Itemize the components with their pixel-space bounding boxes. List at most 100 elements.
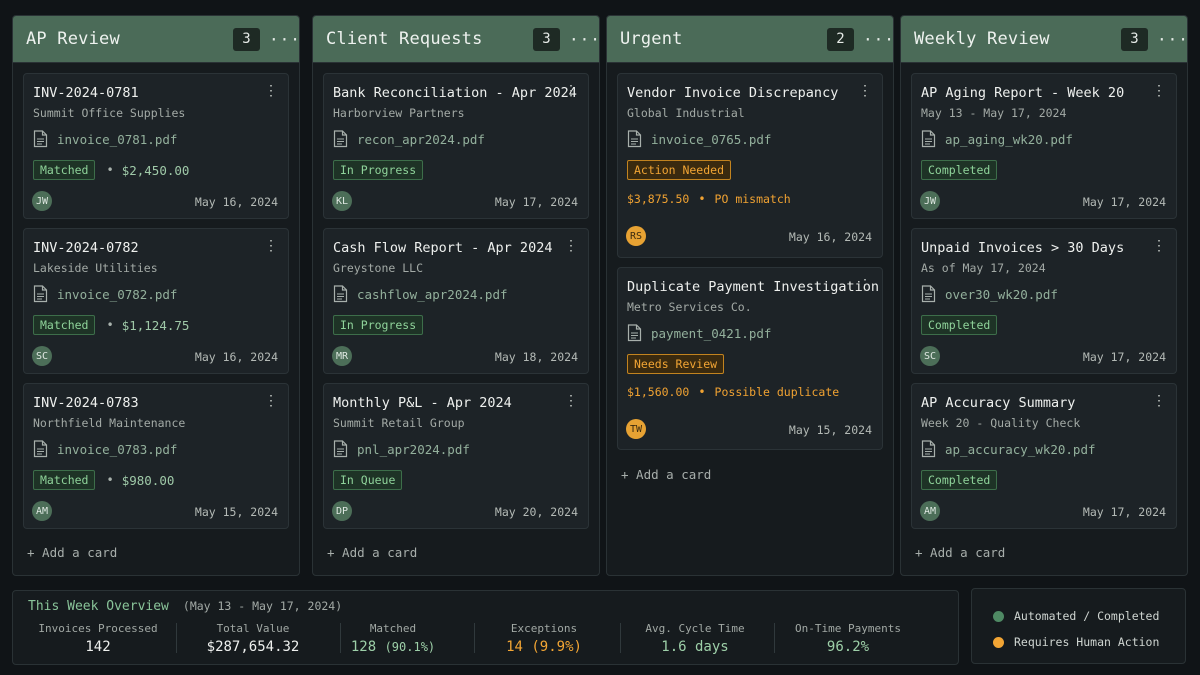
attachment[interactable]: ap_accuracy_wk20.pdf [921, 440, 1096, 458]
card-date: May 16, 2024 [194, 195, 278, 209]
attachment[interactable]: recon_apr2024.pdf [333, 130, 485, 148]
card-menu-icon[interactable]: ⋮ [1152, 393, 1166, 409]
card-menu-icon[interactable]: ⋮ [1152, 83, 1166, 99]
add-card-button[interactable]: + Add a card [915, 545, 1005, 560]
card-title: INV-2024-0781 [33, 85, 139, 101]
attachment[interactable]: cashflow_apr2024.pdf [333, 285, 508, 303]
card-unpaid-invoices[interactable]: Unpaid Invoices > 30 Days As of May 17, … [911, 228, 1177, 374]
stat-value: 128 (90.1%) [343, 639, 443, 655]
card-amount: $2,450.00 [121, 162, 190, 178]
card-status-row: Matched • $1,124.75 [33, 315, 189, 335]
card-ap-accuracy-summary[interactable]: AP Accuracy Summary Week 20 - Quality Ch… [911, 383, 1177, 529]
card-menu-icon[interactable]: ⋮ [564, 238, 578, 254]
add-card-button[interactable]: + Add a card [327, 545, 417, 560]
attachment[interactable]: invoice_0781.pdf [33, 130, 177, 148]
card-vendor-invoice-discrepancy[interactable]: Vendor Invoice Discrepancy Global Indust… [617, 73, 883, 258]
stat-divider [774, 623, 775, 653]
card-menu-icon[interactable]: ⋮ [858, 83, 872, 99]
card-status-row: In Progress [333, 315, 424, 335]
stat-label: Invoices Processed [38, 622, 158, 635]
more-options-icon[interactable]: ··· [863, 30, 893, 49]
stat-label: Matched [369, 622, 417, 635]
stat-value: 142 [85, 639, 111, 655]
card-menu-icon[interactable]: ⋮ [264, 83, 278, 99]
card-monthly-pnl[interactable]: Monthly P&L - Apr 2024 Summit Retail Gro… [323, 383, 589, 529]
attachment-filename: invoice_0782.pdf [57, 286, 178, 302]
card-menu-icon[interactable]: ⋮ [1152, 238, 1166, 254]
card-subtitle: May 13 - May 17, 2024 [921, 106, 1067, 120]
card-title: Duplicate Payment Investigation [627, 279, 879, 295]
stat-label: Total Value [216, 622, 290, 635]
card-subtitle: Summit Office Supplies [33, 106, 186, 120]
card-date: May 18, 2024 [494, 350, 578, 364]
attachment[interactable]: pnl_apr2024.pdf [333, 440, 470, 458]
card-title: AP Accuracy Summary [921, 395, 1076, 411]
avatar: MR [332, 346, 352, 366]
add-card-button[interactable]: + Add a card [621, 467, 711, 482]
card-date: May 20, 2024 [494, 505, 578, 519]
card-menu-icon[interactable]: ⋮ [564, 83, 578, 99]
more-options-icon[interactable]: ··· [1157, 30, 1187, 49]
attachment[interactable]: invoice_0783.pdf [33, 440, 177, 458]
legend-item-human-action: Requires Human Action [993, 635, 1159, 649]
document-icon [33, 285, 48, 303]
card-status-row: Action Needed [627, 160, 732, 180]
attachment[interactable]: over30_wk20.pdf [921, 285, 1058, 303]
stat-exceptions: Exceptions 14 (9.9%) [484, 622, 604, 655]
card-bank-reconciliation[interactable]: Bank Reconciliation - Apr 2024 Harborvie… [323, 73, 589, 219]
card-menu-icon[interactable]: ⋮ [264, 393, 278, 409]
card-ap-aging-report[interactable]: AP Aging Report - Week 20 May 13 - May 1… [911, 73, 1177, 219]
status-badge: In Progress [333, 160, 424, 180]
add-card-button[interactable]: + Add a card [27, 545, 117, 560]
attachment-filename: payment_0421.pdf [651, 325, 772, 341]
weekly-overview-panel: This Week Overview (May 13 - May 17, 202… [12, 590, 959, 665]
card-cash-flow-report[interactable]: Cash Flow Report - Apr 2024 Greystone LL… [323, 228, 589, 374]
column-header: Weekly Review 3 ··· [901, 16, 1187, 63]
card-exception-row: $3,875.50 • PO mismatch [627, 192, 791, 206]
stat-label: Exceptions [510, 622, 578, 635]
stat-label: On-Time Payments [795, 622, 901, 635]
card-title: Vendor Invoice Discrepancy [627, 85, 839, 101]
attachment[interactable]: invoice_0765.pdf [627, 130, 771, 148]
attachment[interactable]: ap_aging_wk20.pdf [921, 130, 1073, 148]
attachment-filename: invoice_0781.pdf [57, 131, 178, 147]
card-menu-icon[interactable]: ⋮ [564, 393, 578, 409]
column-urgent: Urgent 2 ··· Vendor Invoice Discrepancy … [606, 15, 894, 576]
stat-value-percent: (90.1%) [384, 640, 436, 654]
column-count-badge: 2 [827, 27, 854, 51]
attachment[interactable]: payment_0421.pdf [627, 324, 771, 342]
card-subtitle: As of May 17, 2024 [921, 261, 1046, 275]
avatar: TW [626, 419, 646, 439]
card-date: May 17, 2024 [1082, 350, 1166, 364]
card-inv-0781[interactable]: INV-2024-0781 Summit Office Supplies ⋮ i… [23, 73, 289, 219]
status-badge: Action Needed [627, 160, 732, 180]
status-badge: Completed [921, 160, 998, 180]
document-icon [627, 324, 642, 342]
more-options-icon[interactable]: ··· [569, 30, 599, 49]
document-icon [333, 285, 348, 303]
separator: • [106, 163, 114, 177]
column-header: AP Review 3 ··· [13, 16, 299, 63]
card-subtitle: Week 20 - Quality Check [921, 416, 1081, 430]
attachment-filename: pnl_apr2024.pdf [357, 441, 470, 457]
card-status-row: Completed [921, 315, 998, 335]
card-subtitle: Northfield Maintenance [33, 416, 186, 430]
more-options-icon[interactable]: ··· [269, 30, 299, 49]
document-icon [627, 130, 642, 148]
document-icon [333, 440, 348, 458]
avatar: SC [32, 346, 52, 366]
card-inv-0782[interactable]: INV-2024-0782 Lakeside Utilities ⋮ invoi… [23, 228, 289, 374]
card-date: May 17, 2024 [1082, 505, 1166, 519]
card-title: Unpaid Invoices > 30 Days [921, 240, 1125, 256]
card-inv-0783[interactable]: INV-2024-0783 Northfield Maintenance ⋮ i… [23, 383, 289, 529]
card-subtitle: Harborview Partners [333, 106, 465, 120]
column-title: Urgent [620, 29, 683, 49]
column-header: Urgent 2 ··· [607, 16, 893, 63]
card-title: INV-2024-0782 [33, 240, 139, 256]
card-menu-icon[interactable]: ⋮ [858, 277, 872, 293]
card-menu-icon[interactable]: ⋮ [264, 238, 278, 254]
avatar: JW [920, 191, 940, 211]
card-subtitle: Lakeside Utilities [33, 261, 158, 275]
card-duplicate-payment[interactable]: Duplicate Payment Investigation Metro Se… [617, 267, 883, 450]
attachment[interactable]: invoice_0782.pdf [33, 285, 177, 303]
